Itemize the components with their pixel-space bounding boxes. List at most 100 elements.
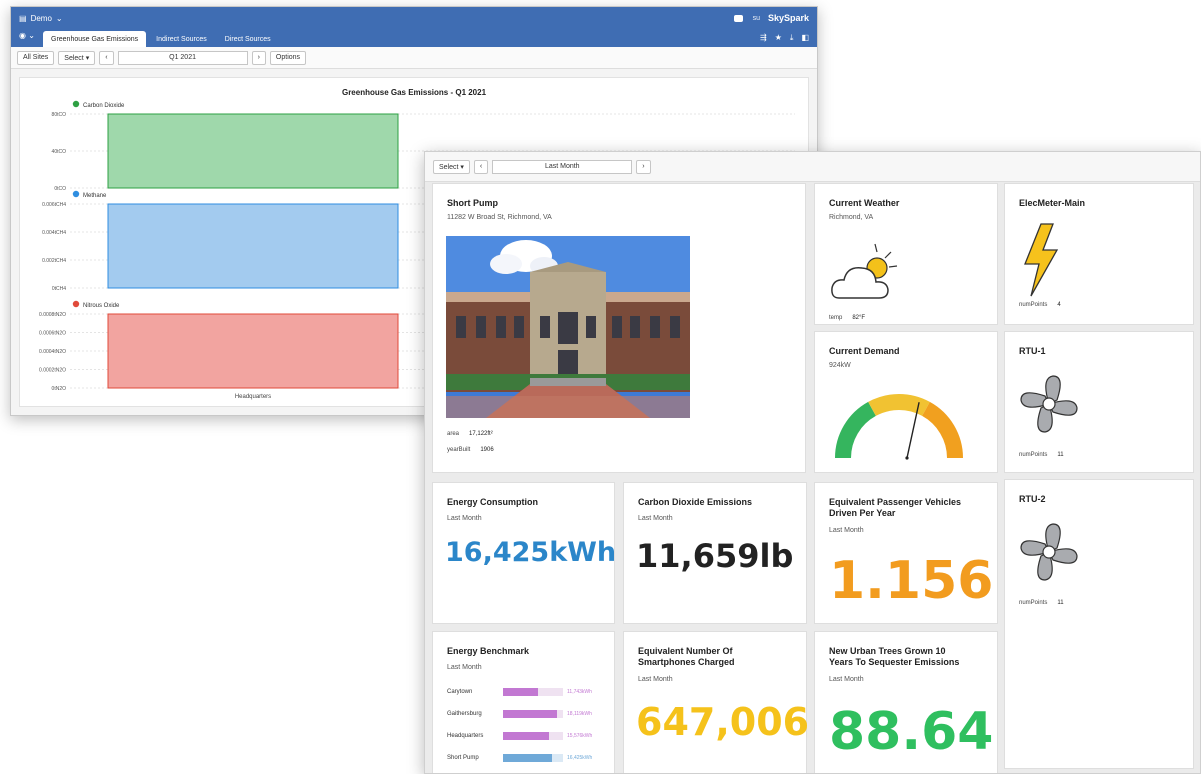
y-tick-label: 0.0008tN2O	[39, 312, 66, 318]
dashboard-toolbar: Select ▾ ‹ Last Month ›	[425, 152, 1200, 182]
y-tick-label: 0.0006tN2O	[39, 331, 66, 337]
demand-gauge	[835, 394, 963, 460]
benchmark-card[interactable]: Energy Benchmark Last Month Carytown 11,7…	[432, 631, 615, 773]
site-card-short-pump[interactable]: Short Pump 11282 W Broad St, Richmond, V…	[432, 183, 806, 473]
benchmark-site-label: Headquarters	[447, 733, 484, 739]
kpi-period: Last Month	[829, 527, 864, 534]
download-icon[interactable]: ⤓	[790, 33, 794, 43]
y-tick-label: 80tCO	[52, 112, 67, 118]
area-value: 17,122ft²	[469, 431, 493, 437]
app-switcher-icon[interactable]: ◉ ⌄	[19, 31, 41, 45]
numpoints-value: 11	[1057, 452, 1064, 458]
prev-date-button[interactable]: ‹	[473, 159, 489, 174]
legend-marker	[72, 100, 80, 108]
brand-logo: SkySpark	[767, 13, 809, 23]
demand-card[interactable]: Current Demand 924kW	[814, 331, 998, 473]
yearbuilt-value: 1906	[480, 447, 494, 453]
equip-card-rtu-1[interactable]: RTU-1 numPoints 11	[1004, 331, 1194, 473]
date-range-field[interactable]: Q1 2021	[117, 50, 248, 65]
kpi-title: Energy Consumption	[447, 497, 539, 507]
kpi-title-line-2: Smartphones Charged	[638, 657, 735, 667]
kpi-title: New Urban Trees Grown 10 Years To Sequest…	[829, 646, 959, 668]
tab-bar: ◉ ⌄ Greenhouse Gas Emissions Indirect So…	[11, 29, 817, 47]
kpi-value: 16,425kWh	[445, 537, 617, 568]
benchmark-value: 15,576kWh	[567, 733, 593, 739]
user-menu[interactable]: su	[753, 15, 760, 22]
next-date-button[interactable]: ›	[251, 50, 266, 65]
next-date-button[interactable]: ›	[636, 159, 651, 174]
site-address: 11282 W Broad St, Richmond, VA	[447, 214, 552, 221]
temp-field: temp 82°F	[829, 315, 865, 321]
benchmark-bar-track	[503, 688, 563, 696]
equip-card-rtu-2[interactable]: RTU-2 numPoints 11	[1004, 479, 1194, 769]
chat-icon[interactable]	[733, 14, 743, 22]
kpi-card-energy[interactable]: Energy Consumption Last Month 16,425kWh	[432, 482, 617, 624]
app-menu[interactable]: ▤ Demo ⌄	[19, 14, 63, 23]
kpi-period: Last Month	[638, 676, 673, 683]
gauge-segment	[835, 401, 877, 459]
date-range-field[interactable]: Last Month	[492, 159, 633, 174]
numpoints-field: numPoints 11	[1019, 452, 1064, 458]
benchmark-site-label: Short Pump	[447, 755, 479, 761]
y-tick-label: 0tCH4	[52, 286, 66, 292]
weather-location: Richmond, VA	[829, 214, 874, 221]
yearbuilt-label: yearBuilt	[447, 447, 471, 453]
y-tick-label: 0.0004tN2O	[39, 349, 66, 355]
kpi-value: 647,006	[636, 700, 810, 744]
options-button[interactable]: Options	[269, 50, 307, 65]
benchmark-bar-track	[503, 732, 563, 740]
y-tick-label: 0.006tCH4	[42, 202, 66, 208]
kpi-title-line-1: Equivalent Passenger Vehicles	[829, 497, 962, 507]
yearbuilt-field: yearBuilt 1906	[447, 447, 494, 453]
benchmark-bar	[503, 710, 557, 718]
numpoints-field: numPoints 4	[1019, 302, 1061, 308]
kpi-title-line-1: Equivalent Number Of	[638, 646, 733, 656]
benchmark-row: Carytown 11,743kWh	[447, 688, 607, 696]
benchmark-row: Gaithersburg 18,119kWh	[447, 710, 607, 718]
kpi-title-line-2: Driven Per Year	[829, 508, 896, 518]
numpoints-label: numPoints	[1019, 302, 1048, 308]
benchmark-value: 11,743kWh	[567, 689, 592, 695]
kpi-card-trees[interactable]: New Urban Trees Grown 10 Years To Sequest…	[814, 631, 998, 773]
site-dashboard: Select ▾ ‹ Last Month › Short Pump 11282…	[424, 151, 1201, 774]
tab-direct-sources[interactable]: Direct Sources	[217, 31, 279, 47]
area-label: area	[447, 431, 460, 437]
kpi-period: Last Month	[829, 676, 864, 683]
demand-value: 924kW	[829, 362, 851, 369]
bar	[107, 203, 399, 289]
building-photo	[446, 236, 690, 418]
prev-date-button[interactable]: ‹	[99, 50, 114, 65]
benchmark-site-label: Gaithersburg	[447, 711, 482, 717]
y-tick-label: 0.0002tN2O	[39, 368, 66, 374]
equip-card-elecmeter[interactable]: ElecMeter-Main numPoints 4	[1004, 183, 1194, 325]
sidebar-icon[interactable]: ◧	[801, 33, 809, 43]
lightning-icon	[1024, 223, 1059, 297]
numpoints-label: numPoints	[1019, 452, 1048, 458]
numpoints-label: numPoints	[1019, 600, 1048, 606]
bar	[107, 313, 399, 389]
kpi-card-co2[interactable]: Carbon Dioxide Emissions Last Month 11,6…	[623, 482, 807, 624]
tab-greenhouse-gas-emissions[interactable]: Greenhouse Gas Emissions	[43, 31, 147, 47]
kpi-title: Carbon Dioxide Emissions	[638, 497, 753, 507]
kpi-period: Last Month	[447, 515, 482, 522]
equip-title: ElecMeter-Main	[1019, 198, 1086, 208]
benchmark-bar-track	[503, 710, 563, 718]
y-tick-label: 0tCO	[54, 186, 66, 192]
view-toolbar: All Sites Select ▾ ‹ Q1 2021 › Options	[11, 47, 817, 69]
select-button[interactable]: Select ▾	[433, 159, 470, 174]
weather-title: Current Weather	[829, 198, 900, 208]
app-menu-icon: ▤	[19, 13, 27, 23]
select-button[interactable]: Select ▾	[58, 50, 96, 65]
weather-card[interactable]: Current Weather Richmond, VA temp 82°F	[814, 183, 998, 325]
area-field: area 17,122ft²	[447, 431, 493, 437]
star-icon[interactable]: ★	[775, 33, 782, 43]
tab-indirect-sources[interactable]: Indirect Sources	[148, 31, 215, 47]
settings-icon[interactable]: ⇶	[760, 33, 767, 43]
all-sites-button[interactable]: All Sites	[17, 50, 55, 65]
kpi-card-smartphones[interactable]: Equivalent Number Of Smartphones Charged …	[623, 631, 810, 773]
kpi-value: 11,659lb	[636, 537, 794, 575]
kpi-card-vehicles[interactable]: Equivalent Passenger Vehicles Driven Per …	[814, 482, 998, 624]
benchmark-bar	[503, 754, 552, 762]
numpoints-value: 11	[1057, 600, 1064, 606]
legend-label: Carbon Dioxide	[83, 103, 125, 109]
